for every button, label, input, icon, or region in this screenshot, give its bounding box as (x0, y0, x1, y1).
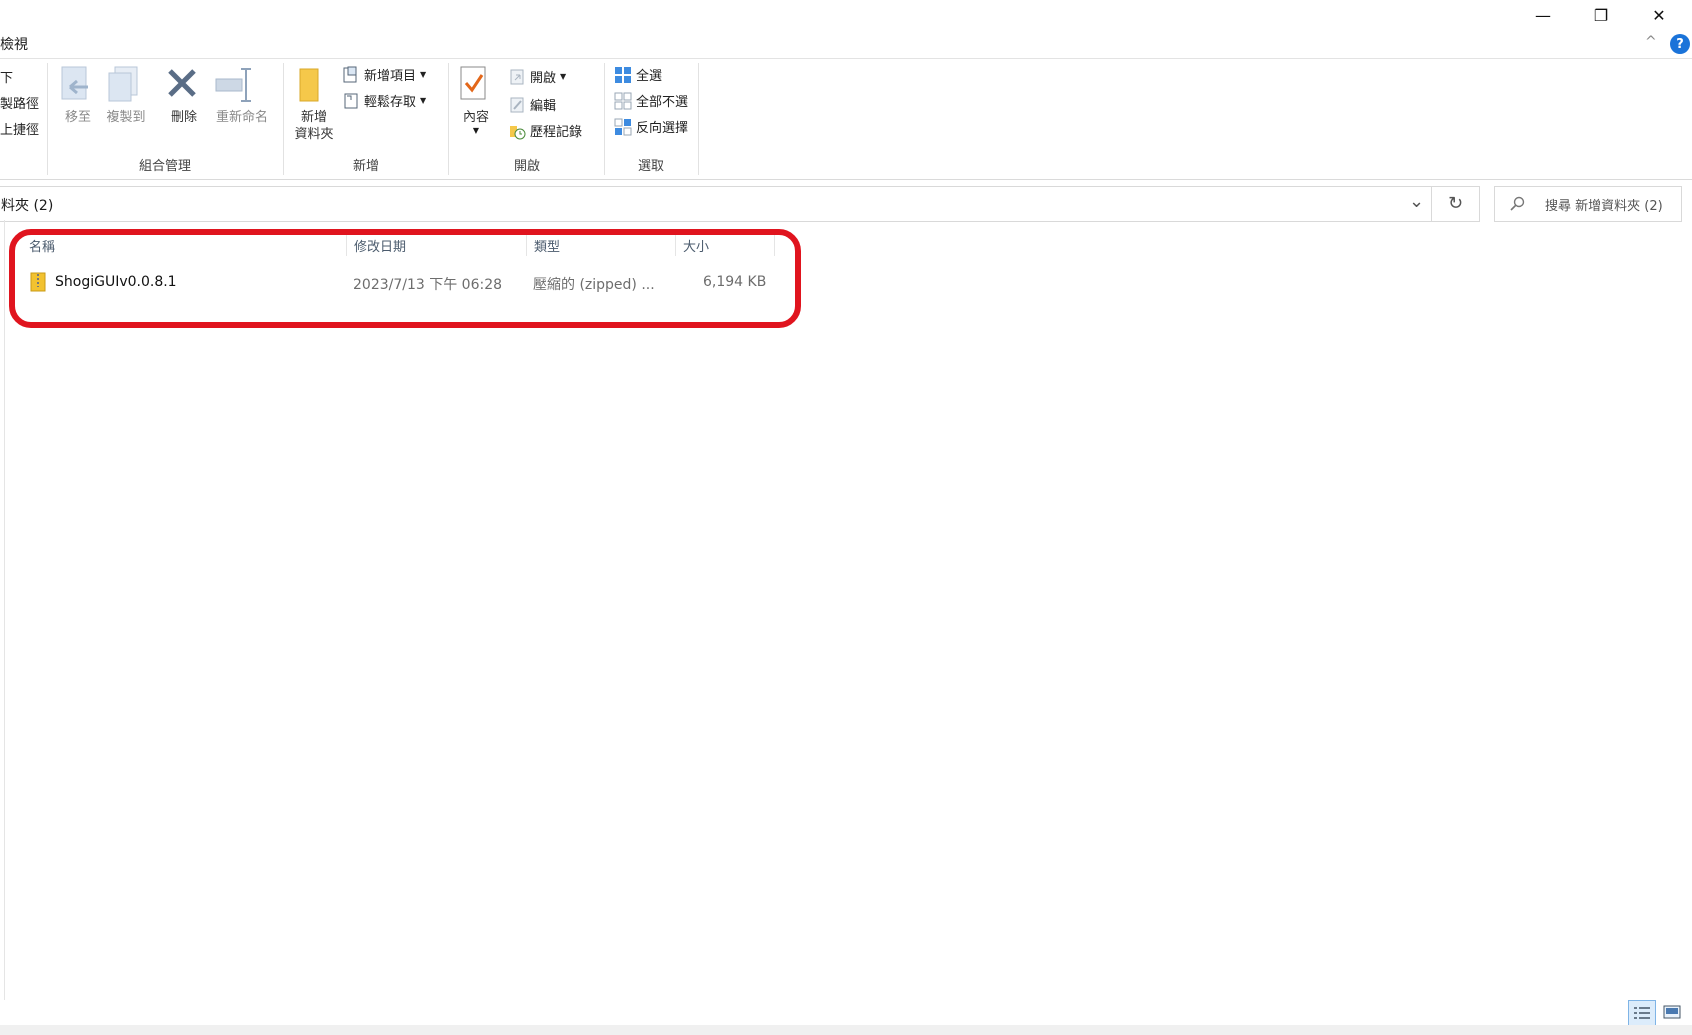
group-divider (448, 63, 449, 175)
group-divider (283, 63, 284, 175)
group-label-open: 開啟 (513, 159, 540, 174)
nav-pane-edge (0, 220, 5, 1000)
chevron-down-icon[interactable]: ⌄ (1409, 191, 1424, 212)
properties-button[interactable]: 內容 ▼ (458, 65, 494, 135)
new-item-button[interactable]: 新增項目 ▼ (342, 65, 426, 84)
select-none-icon (614, 92, 632, 109)
open-button[interactable]: 開啟 ▼ (508, 67, 566, 86)
history-icon (510, 125, 526, 139)
group-label-new: 新增 (352, 159, 379, 174)
close-icon[interactable]: ✕ (1636, 0, 1682, 30)
minimize-icon[interactable]: — (1520, 0, 1566, 30)
address-divider (1431, 187, 1432, 221)
new-item-icon (343, 66, 357, 82)
new-folder-button[interactable]: 新增 資料夾 (290, 65, 338, 143)
select-all-icon (615, 66, 631, 83)
invert-selection-icon (614, 118, 632, 135)
edit-icon (510, 97, 524, 112)
ribbon-partial-item-1[interactable]: 下 (0, 67, 13, 86)
search-box[interactable]: 搜尋 新增資料夾 (2) (1494, 186, 1682, 222)
rename-button[interactable]: 重新命名 (210, 65, 274, 126)
move-to-icon (61, 66, 88, 100)
large-icons-view-icon[interactable] (1660, 1002, 1684, 1022)
copy-to-button[interactable]: 複製到 (103, 65, 149, 126)
details-view-icon[interactable] (1628, 1000, 1656, 1026)
move-to-button[interactable]: 移至 (58, 65, 98, 126)
invert-selection-button[interactable]: 反向選擇 (614, 117, 688, 136)
address-bar[interactable]: 料夾 (2) ⌄ ↻ (0, 186, 1480, 222)
restore-icon[interactable]: ❐ (1578, 0, 1624, 30)
title-bar: 檢視 — ❐ ✕ (0, 0, 1692, 54)
delete-icon (168, 69, 196, 97)
group-divider (698, 63, 699, 175)
ribbon: 下 製路徑 上捷徑 移至 複製到 刪除 重新命名 組合管理 新增 資料夾 新增項… (0, 58, 1692, 180)
search-input[interactable]: 搜尋 新增資料夾 (2) (1545, 195, 1663, 214)
properties-icon (460, 66, 486, 100)
easy-access-button[interactable]: 輕鬆存取 ▼ (342, 91, 426, 110)
group-label-select: 選取 (637, 159, 664, 174)
copy-to-icon (108, 66, 138, 102)
rename-icon (215, 68, 251, 102)
select-none-button[interactable]: 全部不選 (614, 91, 688, 110)
highlight-annotation (9, 229, 801, 328)
search-icon (1510, 196, 1525, 211)
collapse-ribbon-icon[interactable]: ^ (1645, 34, 1657, 50)
group-divider (47, 63, 48, 175)
select-all-button[interactable]: 全選 (614, 65, 662, 84)
copy-path-button[interactable]: 製路徑 (0, 93, 39, 112)
easy-access-icon (344, 93, 358, 108)
group-divider (604, 63, 605, 175)
new-folder-icon (299, 68, 319, 102)
open-icon (510, 69, 524, 84)
tab-view[interactable]: 檢視 (0, 34, 28, 54)
refresh-icon[interactable]: ↻ (1448, 193, 1463, 214)
paste-shortcut-button[interactable]: 上捷徑 (0, 119, 39, 138)
edit-button[interactable]: 編輯 (508, 95, 556, 114)
help-icon[interactable]: ? (1670, 34, 1690, 54)
history-button[interactable]: 歷程記錄 (508, 121, 582, 140)
delete-button[interactable]: 刪除 (164, 65, 204, 126)
group-label-organize: 組合管理 (138, 159, 191, 174)
status-bar (0, 1025, 1692, 1035)
address-path[interactable]: 料夾 (2) (1, 195, 53, 215)
